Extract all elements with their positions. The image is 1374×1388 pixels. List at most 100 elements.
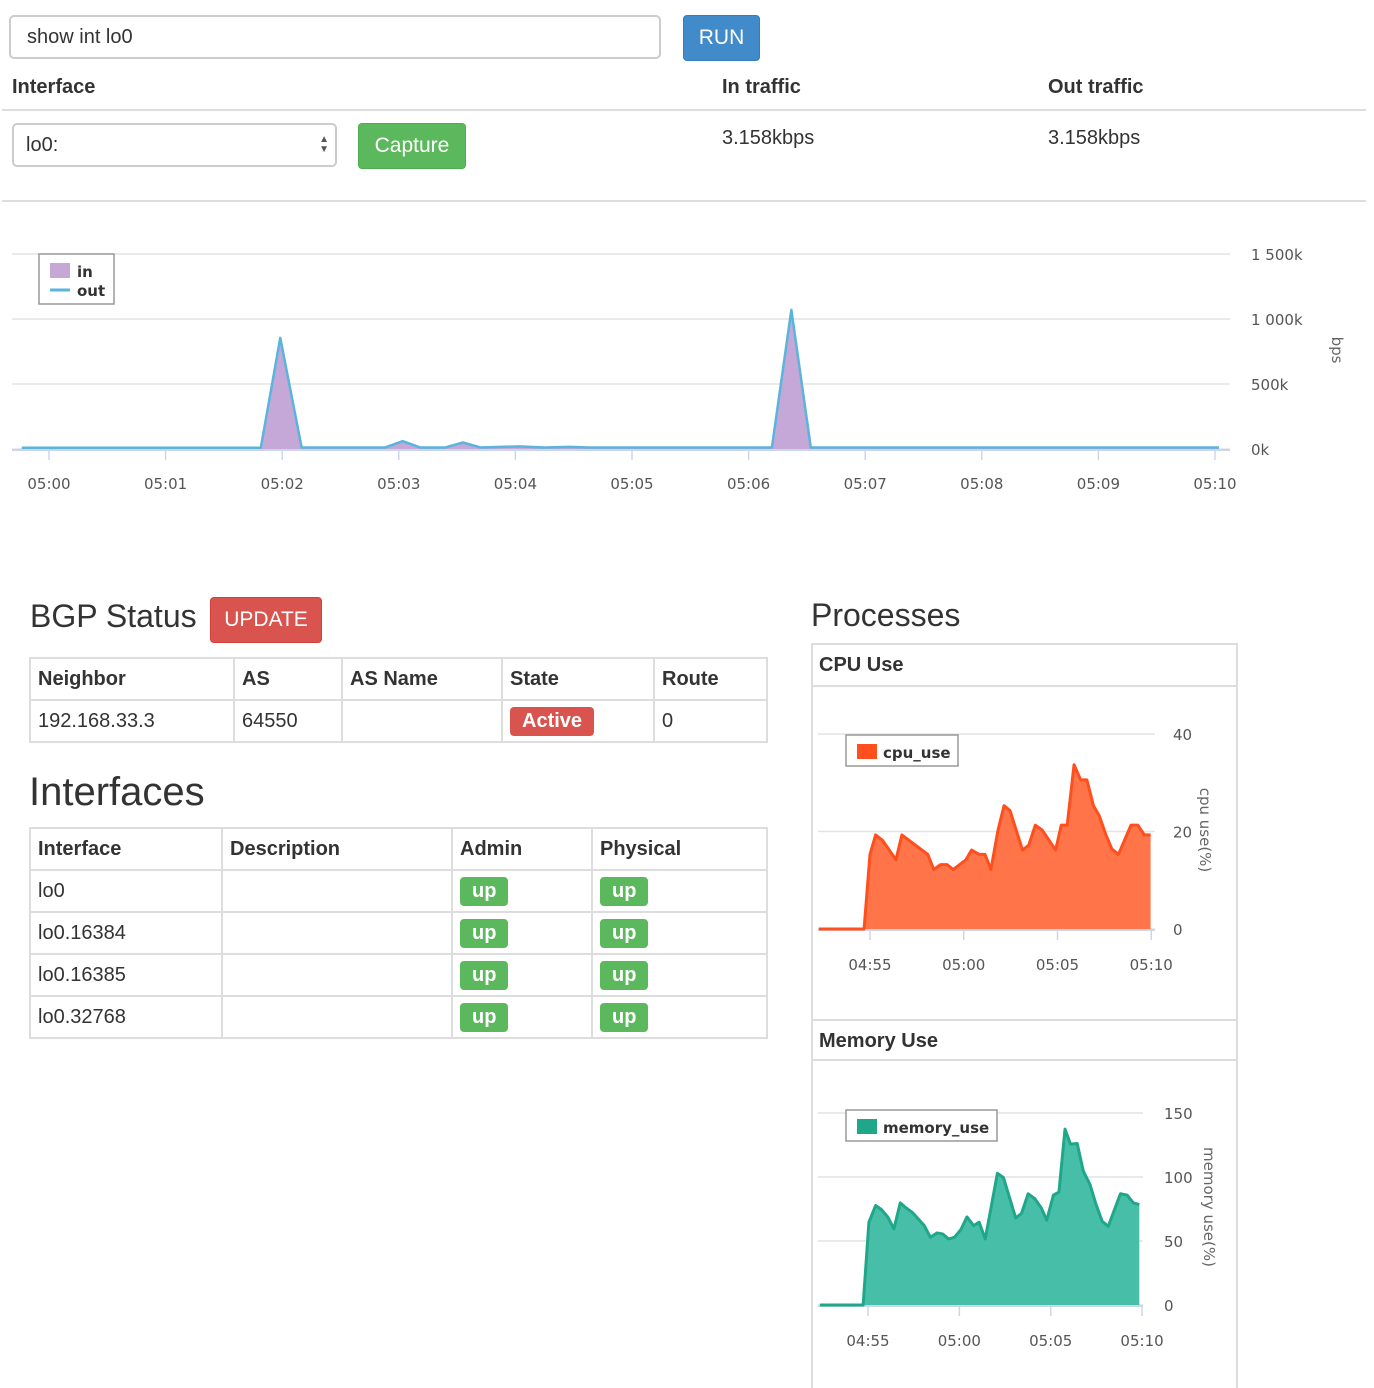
x-tick-label: 05:03 [377,475,420,493]
y-tick-label: 0k [1251,441,1270,459]
divider [2,200,1366,202]
memory-chart: 05010015004:5505:0005:0505:10memory use(… [812,1075,1236,1375]
legend-label: memory_use [883,1119,989,1137]
admin-cell: up [452,912,592,954]
col-description: Description [222,828,452,870]
cpu_use-legend-swatch [857,744,877,759]
in-line [22,311,1219,448]
legend-label: out [77,282,105,300]
x-tick-label: 04:55 [848,956,891,974]
x-tick-label: 05:10 [1120,1332,1163,1350]
interfaces-table: Interface Description Admin Physical lo0… [29,827,768,1039]
run-button[interactable]: RUN [683,15,760,61]
y-tick-label: 1 500k [1251,246,1303,264]
col-route: Route [654,658,767,700]
route-cell: 0 [654,700,767,742]
description-cell [222,996,452,1038]
y-axis-label: memory use(%) [1200,1147,1218,1267]
y-tick-label: 0 [1173,921,1183,939]
col-interface: Interface [30,828,222,870]
table-row: 192.168.33.3 64550 Active 0 [30,700,767,742]
admin-status-badge: up [460,961,508,990]
x-tick-label: 05:04 [494,475,537,493]
description-cell [222,954,452,996]
x-tick-label: 05:02 [261,475,304,493]
cpu-chart: 0204004:5505:0005:0505:10cpu use(%)cpu_u… [812,700,1236,990]
state-cell: Active [502,700,654,742]
y-tick-label: 0 [1164,1297,1174,1315]
x-tick-label: 05:07 [844,475,887,493]
interface-cell: lo0.32768 [30,996,222,1038]
physical-status-badge: up [600,877,648,906]
memory_use-area [820,1129,1139,1305]
table-row: lo0.32768 up up [30,996,767,1038]
table-header-row: Interface Description Admin Physical [30,828,767,870]
interfaces-title: Interfaces [29,770,205,815]
legend-label: in [77,263,93,281]
table-row: lo0.16385 up up [30,954,767,996]
admin-status-badge: up [460,919,508,948]
admin-status-badge: up [460,1003,508,1032]
admin-cell: up [452,954,592,996]
capture-button[interactable]: Capture [358,123,466,169]
in-traffic-value: 3.158kbps [722,127,814,150]
traffic-chart: 0k500k1 000k1 500k05:0005:0105:0205:0305… [0,230,1374,510]
table-row: lo0.16384 up up [30,912,767,954]
y-tick-label: 500k [1251,376,1289,394]
y-axis-label: bps [1328,337,1346,364]
interface-select[interactable]: lo0: ▲▼ [12,123,337,167]
table-row: lo0 up up [30,870,767,912]
physical-status-badge: up [600,961,648,990]
update-button[interactable]: UPDATE [210,597,322,643]
x-tick-label: 05:10 [1193,475,1236,493]
physical-status-badge: up [600,1003,648,1032]
y-tick-label: 50 [1164,1233,1183,1251]
table-header-row: Neighbor AS AS Name State Route [30,658,767,700]
cpu_use-area [819,765,1151,929]
x-tick-label: 05:05 [610,475,653,493]
interface-cell: lo0.16384 [30,912,222,954]
physical-cell: up [592,996,767,1038]
interface-cell: lo0.16385 [30,954,222,996]
x-tick-label: 05:08 [960,475,1003,493]
out-line [22,310,1219,448]
description-cell [222,870,452,912]
admin-status-badge: up [460,877,508,906]
divider [2,109,1366,111]
processes-title: Processes [811,597,960,634]
col-neighbor: Neighbor [30,658,234,700]
col-as: AS [234,658,342,700]
col-as-name: AS Name [342,658,502,700]
y-tick-label: 100 [1164,1169,1193,1187]
interface-select-value: lo0: [26,134,58,156]
admin-cell: up [452,996,592,1038]
out-traffic-value: 3.158kbps [1048,127,1140,150]
x-tick-label: 05:05 [1036,956,1079,974]
col-state: State [502,658,654,700]
in-legend-swatch [50,263,70,278]
in-area [22,311,1219,449]
header-interface: Interface [12,76,95,99]
select-arrows-icon: ▲▼ [319,135,329,155]
col-physical: Physical [592,828,767,870]
bgp-title: BGP Status [30,598,197,635]
header-in-traffic: In traffic [722,76,801,99]
y-tick-label: 150 [1164,1105,1193,1123]
y-tick-label: 40 [1173,726,1192,744]
x-tick-label: 05:10 [1130,956,1173,974]
header-out-traffic: Out traffic [1048,76,1144,99]
legend-label: cpu_use [883,744,951,762]
description-cell [222,912,452,954]
y-tick-label: 1 000k [1251,311,1303,329]
memory_use-legend-swatch [857,1119,877,1134]
physical-status-badge: up [600,919,648,948]
neighbor-cell: 192.168.33.3 [30,700,234,742]
x-tick-label: 05:05 [1029,1332,1072,1350]
state-badge: Active [510,707,594,736]
x-tick-label: 05:00 [938,1332,981,1350]
physical-cell: up [592,954,767,996]
command-input[interactable] [9,15,661,59]
x-tick-label: 05:06 [727,475,770,493]
memory-use-header: Memory Use [813,1019,1236,1061]
as-cell: 64550 [234,700,342,742]
